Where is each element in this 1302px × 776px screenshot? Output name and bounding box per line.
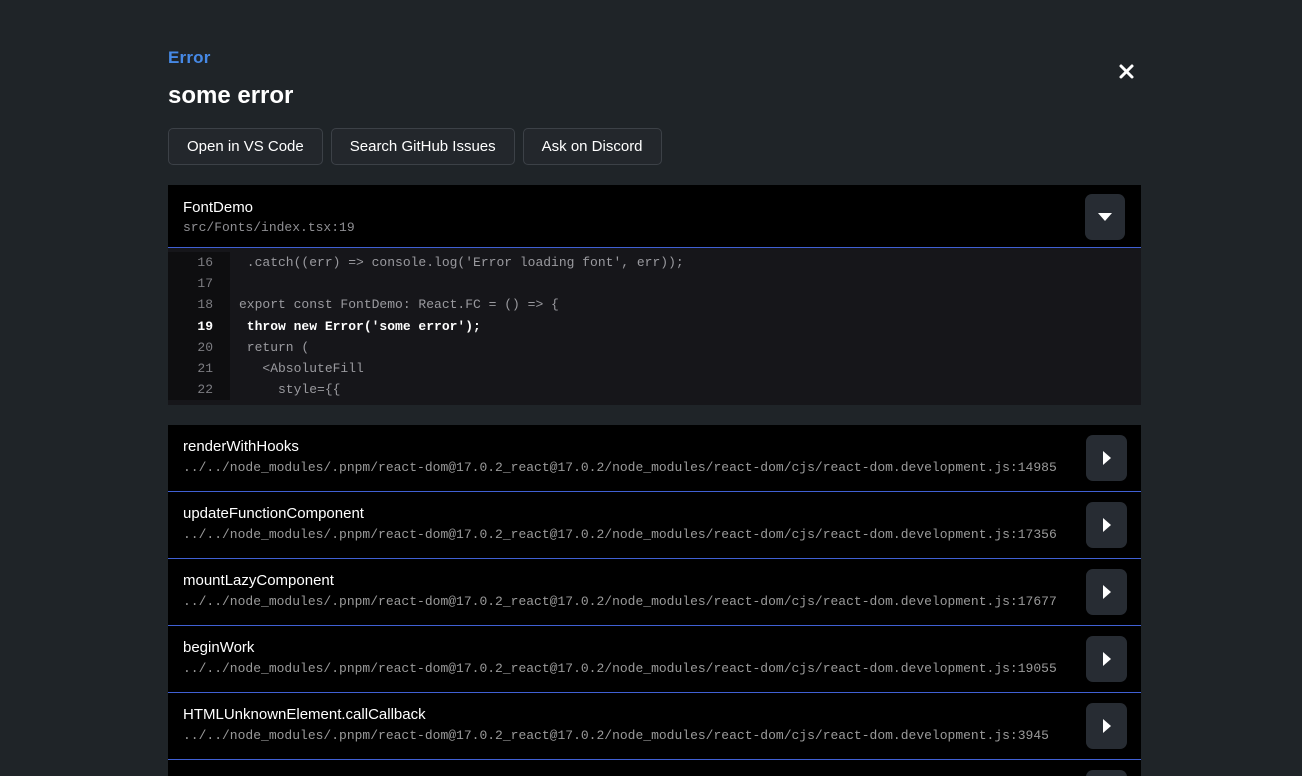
line-number: 17: [168, 273, 230, 294]
expand-frame-button[interactable]: [1086, 435, 1127, 481]
expand-frame-button[interactable]: [1086, 569, 1127, 615]
frame-location: ../../node_modules/.pnpm/react-dom@17.0.…: [183, 661, 1141, 676]
line-number: 20: [168, 337, 230, 358]
code-frame-location: src/Fonts/index.tsx:19: [183, 220, 1141, 235]
code-line: 18 export const FontDemo: React.FC = () …: [168, 294, 1141, 315]
code-line-text: throw new Error('some error');: [230, 316, 481, 337]
line-number: 18: [168, 294, 230, 315]
play-icon: [1103, 719, 1111, 733]
search-github-issues-button[interactable]: Search GitHub Issues: [331, 128, 515, 165]
line-number: 22: [168, 379, 230, 400]
line-number: 16: [168, 252, 230, 273]
play-icon: [1103, 652, 1111, 666]
stack-frame-beginwork: beginWork ../../node_modules/.pnpm/react…: [168, 626, 1141, 693]
chevron-down-icon: [1098, 213, 1112, 221]
code-snippet: 16 .catch((err) => console.log('Error lo…: [168, 248, 1141, 405]
stack-frame-renderwithhooks: renderWithHooks ../../node_modules/.pnpm…: [168, 425, 1141, 492]
open-in-vscode-button[interactable]: Open in VS Code: [168, 128, 323, 165]
error-overlay: Error some error Open in VS Code Search …: [168, 0, 1141, 776]
stack-trace-list: renderWithHooks ../../node_modules/.pnpm…: [168, 425, 1141, 776]
error-kicker: Error: [168, 48, 1141, 68]
expand-frame-button[interactable]: [1086, 636, 1127, 682]
code-frame-header: FontDemo src/Fonts/index.tsx:19: [168, 185, 1141, 248]
frame-location: ../../node_modules/.pnpm/react-dom@17.0.…: [183, 527, 1141, 542]
code-line-text: <AbsoluteFill: [230, 358, 364, 379]
frame-location: ../../node_modules/.pnpm/react-dom@17.0.…: [183, 594, 1141, 609]
code-line-text: return (: [230, 337, 309, 358]
code-line: 21 <AbsoluteFill: [168, 358, 1141, 379]
expand-frame-button[interactable]: [1086, 502, 1127, 548]
stack-frame-updatefunctioncomponent: updateFunctionComponent ../../node_modul…: [168, 492, 1141, 559]
code-line-text: .catch((err) => console.log('Error loadi…: [230, 252, 684, 273]
code-line: 17: [168, 273, 1141, 294]
collapse-code-frame-button[interactable]: [1085, 194, 1125, 240]
frame-function-name: renderWithHooks: [183, 438, 1141, 455]
stack-frame-htmlunknownelement-callcallback: HTMLUnknownElement.callCallback ../../no…: [168, 693, 1141, 760]
code-line: 20 return (: [168, 337, 1141, 358]
play-icon: [1103, 451, 1111, 465]
code-line-text: [230, 273, 239, 294]
code-line: 16 .catch((err) => console.log('Error lo…: [168, 252, 1141, 273]
frame-function-name: beginWork: [183, 639, 1141, 656]
line-number: 19: [168, 316, 230, 337]
code-line-text: style={{: [230, 379, 340, 400]
frame-location: ../../node_modules/.pnpm/react-dom@17.0.…: [183, 460, 1141, 475]
frame-function-name: mountLazyComponent: [183, 572, 1141, 589]
frame-function-name: updateFunctionComponent: [183, 505, 1141, 522]
frame-location: ../../node_modules/.pnpm/react-dom@17.0.…: [183, 728, 1141, 743]
expand-frame-button[interactable]: [1086, 703, 1127, 749]
code-line-text: export const FontDemo: React.FC = () => …: [230, 294, 559, 315]
expand-frame-button[interactable]: [1086, 770, 1127, 776]
action-button-row: Open in VS Code Search GitHub Issues Ask…: [168, 128, 1141, 165]
ask-on-discord-button[interactable]: Ask on Discord: [523, 128, 662, 165]
code-frame-function-name: FontDemo: [183, 199, 1141, 216]
code-line: 22 style={{: [168, 379, 1141, 400]
code-line-highlighted: 19 throw new Error('some error');: [168, 316, 1141, 337]
play-icon: [1103, 585, 1111, 599]
error-title: some error: [168, 82, 1141, 110]
play-icon: [1103, 518, 1111, 532]
line-number: 21: [168, 358, 230, 379]
frame-function-name: HTMLUnknownElement.callCallback: [183, 706, 1141, 723]
stack-frame-mountlazycomponent: mountLazyComponent ../../node_modules/.p…: [168, 559, 1141, 626]
stack-frame-partial: [168, 760, 1141, 776]
code-frame-panel: FontDemo src/Fonts/index.tsx:19 16 .catc…: [168, 185, 1141, 405]
